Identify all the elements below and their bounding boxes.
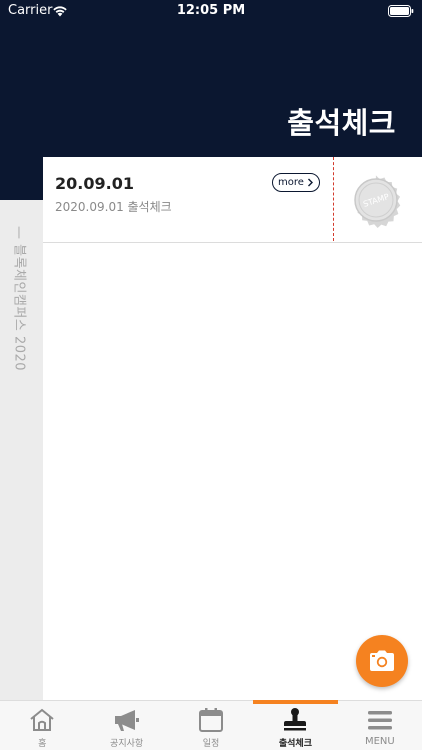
tab-notice-label: 공지사항 bbox=[110, 739, 144, 749]
tab-schedule[interactable]: 일정 bbox=[169, 701, 253, 750]
battery-icon bbox=[388, 5, 414, 17]
tab-home[interactable]: 홈 bbox=[0, 701, 84, 750]
menu-icon bbox=[367, 711, 392, 730]
megaphone-icon bbox=[114, 710, 139, 731]
home-icon bbox=[30, 708, 54, 731]
tab-attendance[interactable]: 출석체크 bbox=[253, 700, 339, 750]
attendance-date: 20.09.01 bbox=[55, 174, 134, 193]
tab-menu[interactable]: MENU bbox=[338, 701, 422, 750]
chevron-right-icon bbox=[307, 178, 313, 187]
tab-home-label: 홈 bbox=[38, 739, 47, 749]
more-button[interactable]: more bbox=[272, 173, 320, 192]
camera-icon bbox=[370, 650, 394, 671]
attendance-description: 2020.09.01 출석체크 bbox=[55, 200, 172, 214]
tab-bar: 홈 공지사항 일정 출석체크 MENU bbox=[0, 700, 422, 750]
attendance-item[interactable]: 20.09.01 2020.09.01 출석체크 more STAMP bbox=[43, 157, 422, 243]
camera-button[interactable] bbox=[356, 635, 408, 687]
dashed-divider bbox=[333, 157, 334, 241]
tab-attendance-label: 출석체크 bbox=[278, 739, 312, 749]
status-bar: Carrier 12:05 PM bbox=[0, 0, 422, 24]
app-screen: Carrier 12:05 PM 출석체크 — 블록체인캠퍼스 2020 20.… bbox=[0, 0, 422, 750]
calendar-icon bbox=[199, 708, 224, 732]
stamp-badge-icon: STAMP bbox=[354, 175, 401, 229]
page-title: 출석체크 bbox=[287, 106, 396, 140]
side-campus-label: — 블록체인캠퍼스 2020 bbox=[11, 226, 27, 372]
tab-notice[interactable]: 공지사항 bbox=[84, 701, 168, 750]
status-time: 12:05 PM bbox=[176, 3, 246, 18]
more-button-label: more bbox=[278, 177, 304, 188]
tab-schedule-label: 일정 bbox=[202, 739, 220, 749]
attendance-list: 20.09.01 2020.09.01 출석체크 more STAMP bbox=[43, 157, 422, 700]
tab-menu-label: MENU bbox=[364, 736, 395, 747]
stamp-icon bbox=[284, 708, 307, 731]
